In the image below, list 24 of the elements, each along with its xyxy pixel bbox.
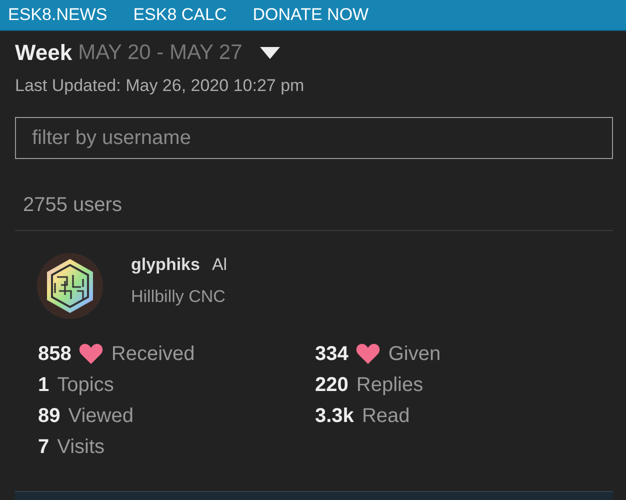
stat-text: 220 Replies [315, 374, 424, 394]
date-range: MAY 20 - MAY 27 [78, 41, 242, 65]
stat-text: 3.3k Read [315, 406, 410, 426]
nav-link[interactable]: ESK8 CALC [133, 5, 227, 25]
nav-link[interactable]: DONATE NOW [252, 5, 369, 25]
user-name: Al [212, 255, 228, 275]
stat-text: 1 Topics [38, 374, 114, 394]
avatar-logo-drawing [37, 253, 103, 319]
last-updated-text: Last Updated: May 26, 2020 10:27 pm [15, 76, 306, 96]
stat-label: Given [388, 344, 441, 364]
user-title: Hillbilly CNC [131, 287, 226, 307]
heart-icon [356, 343, 380, 364]
username[interactable]: glyphiks [131, 255, 200, 275]
stat-value: 334 [315, 344, 348, 364]
period-label: Week [15, 40, 72, 66]
nav-link[interactable]: ESK8.NEWS [8, 5, 108, 25]
stat-text: 89 Viewed [38, 406, 134, 426]
stat-text: 7 Visits [38, 436, 105, 456]
dropdown-caret-icon[interactable] [260, 47, 280, 59]
heart-icon [79, 343, 104, 364]
user-count: 2755 users [23, 194, 123, 218]
stat-value: 858 [38, 344, 72, 364]
stat-label: Received [111, 344, 195, 364]
filter-field[interactable]: filter by username [15, 117, 613, 159]
